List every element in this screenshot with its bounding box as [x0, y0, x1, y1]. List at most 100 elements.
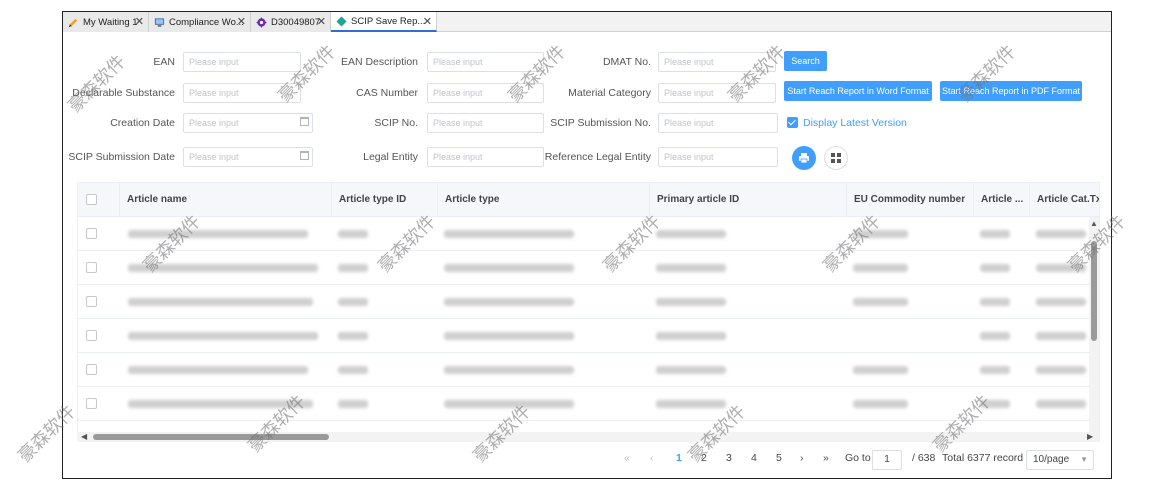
redacted-cell: [128, 366, 308, 374]
redacted-cell: [444, 230, 574, 238]
goto-input[interactable]: 1: [872, 450, 902, 470]
redacted-cell: [656, 366, 726, 374]
scip-submission-date-input[interactable]: [183, 147, 313, 167]
page-1[interactable]: 1: [676, 452, 682, 464]
scip-submission-no-input[interactable]: [658, 113, 778, 133]
tab-scip-save-report[interactable]: SCIP Save Rep... ✕: [331, 12, 437, 32]
creation-date-picker[interactable]: [183, 113, 313, 133]
declarable-substance-label: Declarable Substance: [72, 87, 175, 99]
row-checkbox[interactable]: [86, 296, 97, 307]
cas-number-input[interactable]: [427, 83, 544, 103]
calendar-icon: [300, 117, 309, 126]
diamond-icon: [336, 15, 347, 27]
close-icon[interactable]: ✕: [317, 15, 326, 28]
creation-date-input[interactable]: [183, 113, 313, 133]
redacted-cell: [980, 264, 1010, 272]
table-row[interactable]: [78, 285, 1099, 319]
print-button[interactable]: [792, 146, 816, 170]
scip-submission-no-label: SCIP Submission No.: [550, 117, 651, 129]
redacted-cell: [128, 400, 313, 408]
redacted-cell: [338, 332, 368, 340]
tab-my-waiting[interactable]: My Waiting 1 ✕: [63, 12, 149, 32]
scroll-up-icon[interactable]: ▲: [1090, 219, 1098, 228]
horizontal-scrollbar[interactable]: ◀ ▶: [77, 432, 1100, 442]
page-4[interactable]: 4: [751, 452, 757, 464]
column-article-name[interactable]: Article name: [120, 183, 332, 217]
redacted-cell: [1036, 332, 1086, 340]
redacted-cell: [338, 366, 368, 374]
column-article-type[interactable]: Article type: [438, 183, 650, 217]
page-3[interactable]: 3: [726, 452, 732, 464]
table-header: Article name Article type ID Article typ…: [78, 183, 1099, 217]
redacted-cell: [128, 230, 308, 238]
redacted-cell: [853, 230, 908, 238]
close-icon[interactable]: ✕: [135, 15, 144, 28]
first-page-icon[interactable]: «: [624, 452, 630, 464]
next-page-icon[interactable]: ›: [800, 452, 804, 464]
material-category-input[interactable]: [658, 83, 776, 103]
column-eu-commodity-number[interactable]: EU Commodity number: [847, 183, 974, 217]
vertical-scrollbar[interactable]: ▲ ▼: [1089, 217, 1099, 441]
column-primary-article-id[interactable]: Primary article ID: [650, 183, 847, 217]
scroll-left-icon[interactable]: ◀: [81, 432, 87, 441]
row-checkbox[interactable]: [86, 262, 97, 273]
column-article-abbrev[interactable]: Article ...: [974, 183, 1030, 217]
word-report-button[interactable]: Start Reach Report in Word Format: [784, 81, 932, 101]
scip-submission-date-label: SCIP Submission Date: [68, 151, 175, 163]
dmat-no-input[interactable]: [658, 52, 776, 72]
scroll-right-icon[interactable]: ▶: [1087, 432, 1093, 441]
redacted-cell: [980, 332, 1010, 340]
cas-number-label: CAS Number: [356, 87, 418, 99]
tab-compliance[interactable]: Compliance Wo... ✕: [149, 12, 251, 32]
scip-submission-date-picker[interactable]: [183, 147, 313, 167]
redacted-cell: [656, 230, 726, 238]
chevron-down-icon: ▼: [1080, 455, 1088, 464]
tab-d30049807[interactable]: D30049807 ✕: [251, 12, 331, 32]
redacted-cell: [338, 298, 368, 306]
row-checkbox[interactable]: [86, 364, 97, 375]
table-row[interactable]: [78, 251, 1099, 285]
redacted-cell: [656, 298, 726, 306]
redacted-cell: [980, 400, 1010, 408]
declarable-substance-input[interactable]: [183, 83, 301, 103]
page-size-select[interactable]: 10/page ▼: [1026, 450, 1094, 470]
redacted-cell: [980, 366, 1010, 374]
reference-legal-entity-input[interactable]: [658, 147, 778, 167]
select-all-checkbox[interactable]: [86, 194, 97, 205]
monitor-icon: [154, 17, 165, 27]
redacted-cell: [853, 298, 908, 306]
page-2[interactable]: 2: [701, 452, 707, 464]
table-row[interactable]: [78, 319, 1099, 353]
table-row[interactable]: [78, 217, 1099, 251]
search-button[interactable]: Search: [784, 51, 827, 71]
vertical-scroll-thumb[interactable]: [1091, 241, 1097, 341]
last-page-icon[interactable]: »: [823, 452, 829, 464]
total-records: Total 6377 record: [942, 452, 1024, 464]
close-icon[interactable]: ✕: [423, 15, 432, 28]
scip-no-input[interactable]: [427, 113, 544, 133]
reference-legal-entity-label: Reference Legal Entity: [544, 151, 651, 163]
prev-page-icon[interactable]: ‹: [650, 452, 654, 464]
redacted-cell: [338, 230, 368, 238]
layout-button[interactable]: [824, 146, 848, 170]
row-checkbox[interactable]: [86, 228, 97, 239]
table-row[interactable]: [78, 353, 1099, 387]
page-5[interactable]: 5: [776, 452, 782, 464]
legal-entity-input[interactable]: [427, 147, 544, 167]
pdf-report-button[interactable]: Start Reach Report in PDF Format: [940, 81, 1082, 101]
horizontal-scroll-thumb[interactable]: [93, 434, 329, 440]
row-checkbox[interactable]: [86, 398, 97, 409]
column-article-cat-txt[interactable]: Article Cat.Txt: [1030, 183, 1099, 217]
redacted-cell: [1036, 400, 1086, 408]
goto-label: Go to: [845, 452, 871, 464]
redacted-cell: [853, 264, 908, 272]
close-icon[interactable]: ✕: [237, 15, 246, 28]
table-row[interactable]: [78, 387, 1099, 421]
ean-description-input[interactable]: [427, 52, 544, 72]
tab-label: Compliance Wo...: [169, 16, 244, 28]
row-checkbox[interactable]: [86, 330, 97, 341]
display-latest-checkbox[interactable]: [787, 117, 798, 128]
column-article-type-id[interactable]: Article type ID: [332, 183, 438, 217]
display-latest-label[interactable]: Display Latest Version: [803, 117, 907, 129]
ean-input[interactable]: [183, 52, 301, 72]
